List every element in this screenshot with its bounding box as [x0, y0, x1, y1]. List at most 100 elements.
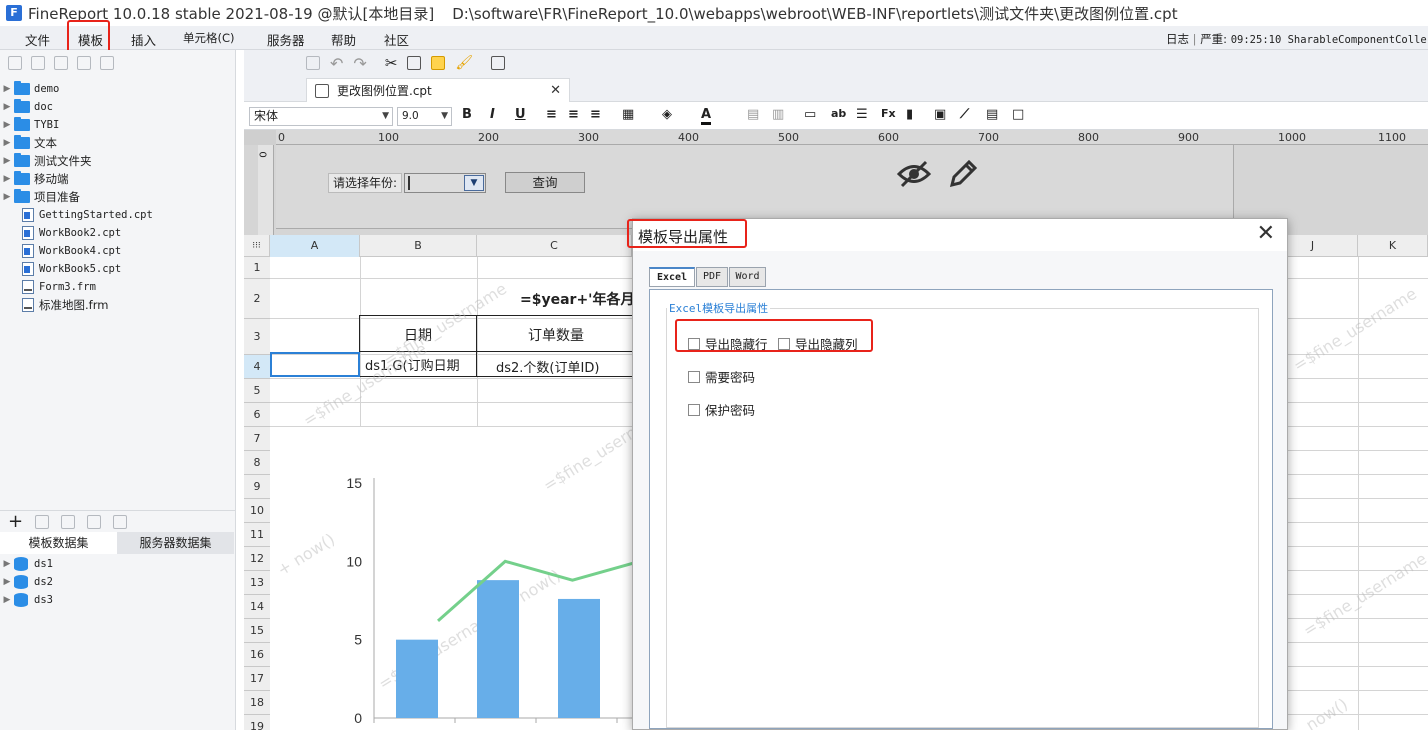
- font-size-select[interactable]: 9.0 ▼: [397, 107, 452, 126]
- menu-help[interactable]: 帮助: [331, 30, 356, 49]
- merge-cells-icon[interactable]: ▤: [747, 107, 759, 122]
- insert-string-icon[interactable]: ab: [831, 107, 846, 120]
- format-painter-icon[interactable]: 🖌: [455, 55, 473, 71]
- copy-icon[interactable]: [100, 56, 114, 70]
- row-header[interactable]: 14: [244, 595, 270, 619]
- dataset-item[interactable]: ▶ ds2: [0, 573, 53, 591]
- hide-eye-icon[interactable]: [897, 159, 931, 189]
- redo-icon[interactable]: ↷: [353, 54, 366, 73]
- border-icon[interactable]: ▦: [622, 107, 634, 122]
- row-header[interactable]: 4: [244, 355, 270, 379]
- open-file-icon[interactable]: [31, 56, 45, 70]
- edit-pencil-icon[interactable]: [948, 159, 978, 189]
- insert-formula-icon[interactable]: Fx: [881, 107, 896, 120]
- row-header[interactable]: 16: [244, 643, 270, 667]
- row-header[interactable]: 10: [244, 499, 270, 523]
- expand-arrow-icon[interactable]: ▶: [0, 559, 14, 569]
- expand-arrow-icon[interactable]: ▶: [0, 595, 14, 605]
- checkbox-box[interactable]: [688, 370, 700, 383]
- header-count-cell[interactable]: 订单数量: [528, 325, 584, 345]
- query-button[interactable]: 查询: [505, 172, 585, 193]
- bold-button[interactable]: B: [462, 107, 472, 122]
- expand-arrow-icon[interactable]: ▶: [0, 84, 14, 94]
- tree-item[interactable]: ▶ TYBI: [0, 116, 59, 134]
- dataset-settings-icon[interactable]: [113, 514, 128, 529]
- tree-item[interactable]: ▶ demo: [0, 80, 59, 98]
- tab-server-datasets[interactable]: 服务器数据集: [117, 532, 234, 554]
- menu-template[interactable]: 模板: [78, 30, 103, 49]
- export-hidden-rows-checkbox[interactable]: 导出隐藏行: [688, 334, 768, 353]
- checkbox-box[interactable]: [688, 337, 700, 350]
- protect-password-checkbox[interactable]: 保护密码: [688, 400, 755, 419]
- undo-icon[interactable]: ↶: [330, 54, 343, 73]
- expand-arrow-icon[interactable]: ▶: [0, 174, 14, 184]
- row-header[interactable]: 1: [244, 257, 270, 279]
- tree-item[interactable]: 标准地图.frm: [0, 296, 108, 314]
- expand-arrow-icon[interactable]: ▶: [0, 156, 14, 166]
- menu-community[interactable]: 社区: [384, 30, 409, 49]
- require-password-checkbox[interactable]: 需要密码: [688, 367, 755, 386]
- expand-arrow-icon[interactable]: ▶: [0, 138, 14, 148]
- chart[interactable]: 15 10 5 0: [334, 470, 634, 730]
- menu-insert[interactable]: 插入: [131, 30, 156, 49]
- chevron-down-icon[interactable]: ▼: [464, 175, 484, 191]
- tree-item[interactable]: ▶ 项目准备: [0, 188, 80, 206]
- row-header[interactable]: 11: [244, 523, 270, 547]
- title-formula-cell[interactable]: =$year+'年各月: [520, 289, 634, 309]
- tree-item[interactable]: WorkBook2.cpt: [0, 224, 121, 242]
- insert-paragraph-icon[interactable]: ☰: [856, 107, 868, 122]
- underline-button[interactable]: U: [515, 107, 526, 122]
- expand-arrow-icon[interactable]: ▶: [0, 102, 14, 112]
- delete-icon[interactable]: [77, 56, 91, 70]
- row-header[interactable]: 7: [244, 427, 270, 451]
- selected-cell-a4[interactable]: [270, 352, 360, 377]
- tab-excel[interactable]: Excel: [649, 267, 695, 287]
- copy-cell-icon[interactable]: [407, 56, 422, 70]
- cell-c4[interactable]: ds2.个数(订单ID): [496, 357, 599, 376]
- web-preview-icon[interactable]: [491, 56, 506, 70]
- add-dataset-icon[interactable]: +: [8, 512, 23, 531]
- close-icon[interactable]: ✕: [1257, 222, 1275, 246]
- menu-cell[interactable]: 单元格(C): [183, 30, 235, 46]
- checkbox-box[interactable]: [778, 337, 790, 350]
- tree-item[interactable]: WorkBook5.cpt: [0, 260, 121, 278]
- tree-item[interactable]: ▶ doc: [0, 98, 53, 116]
- row-header[interactable]: 19: [244, 715, 270, 730]
- document-tab[interactable]: 更改图例位置.cpt ✕: [306, 78, 570, 102]
- insert-image-icon[interactable]: ▣: [934, 107, 946, 122]
- column-header-c[interactable]: C: [477, 235, 632, 257]
- log-label[interactable]: 日志: [1166, 32, 1189, 46]
- align-center-icon[interactable]: ≡: [568, 107, 579, 122]
- row-header[interactable]: 6: [244, 403, 270, 427]
- tab-pdf[interactable]: PDF: [696, 267, 728, 287]
- refresh-icon[interactable]: [54, 56, 68, 70]
- export-hidden-columns-checkbox[interactable]: 导出隐藏列: [778, 334, 858, 353]
- row-header[interactable]: 17: [244, 667, 270, 691]
- tree-item[interactable]: Form3.frm: [0, 278, 96, 296]
- tree-item[interactable]: WorkBook4.cpt: [0, 242, 121, 260]
- column-header-b[interactable]: B: [360, 235, 477, 257]
- insert-text-icon[interactable]: ▭: [804, 107, 816, 122]
- font-family-select[interactable]: 宋体 ▼: [249, 107, 393, 126]
- tree-item[interactable]: ▶ 移动端: [0, 170, 69, 188]
- paste-icon[interactable]: [431, 56, 446, 70]
- edit-dataset-icon[interactable]: [35, 514, 50, 529]
- row-header[interactable]: 15: [244, 619, 270, 643]
- tree-item[interactable]: ▶ 文本: [0, 134, 57, 152]
- italic-button[interactable]: I: [490, 107, 495, 122]
- row-header[interactable]: 13: [244, 571, 270, 595]
- row-header[interactable]: 12: [244, 547, 270, 571]
- year-combo-input[interactable]: ▼: [404, 173, 486, 193]
- column-header-k[interactable]: K: [1358, 235, 1428, 257]
- row-header[interactable]: 9: [244, 475, 270, 499]
- expand-arrow-icon[interactable]: ▶: [0, 577, 14, 587]
- expand-arrow-icon[interactable]: ▶: [0, 120, 14, 130]
- insert-slash-icon[interactable]: ⟋: [960, 107, 969, 122]
- cell-element-icon[interactable]: □: [1012, 107, 1024, 122]
- checkbox-box[interactable]: [688, 403, 700, 416]
- select-all-corner[interactable]: ⁝⁝⁝: [244, 235, 270, 257]
- dataset-item[interactable]: ▶ ds3: [0, 591, 53, 609]
- save-icon[interactable]: [306, 56, 320, 70]
- header-date-cell[interactable]: 日期: [404, 325, 432, 345]
- font-color-icon[interactable]: A: [701, 107, 712, 125]
